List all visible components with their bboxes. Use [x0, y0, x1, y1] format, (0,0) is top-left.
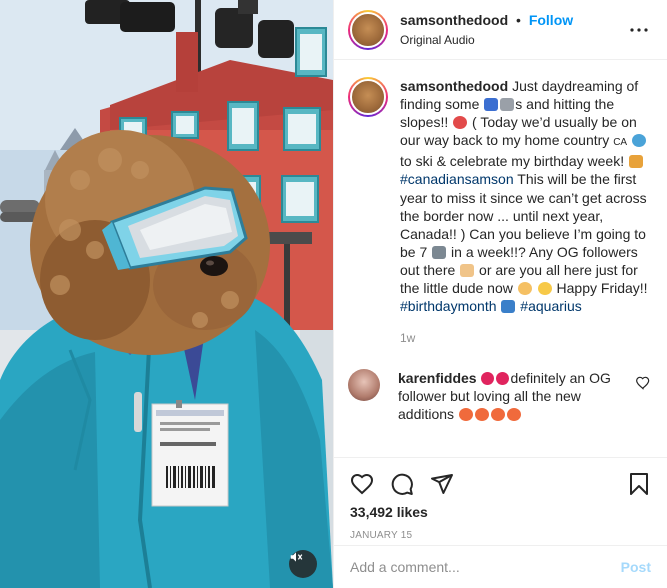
avatar[interactable] [350, 79, 386, 115]
face-emoji-icon [453, 116, 468, 130]
heart-eyes-emoji-icon [490, 408, 505, 422]
like-comment-heart-icon[interactable] [635, 375, 651, 391]
heart-eyes-emoji-icon [474, 408, 489, 422]
caption: samsonthedood Just daydreaming of finding… [348, 77, 651, 347]
bookmark-icon[interactable] [627, 472, 651, 496]
post-header: samsonthedood • Follow Original Audio [334, 0, 667, 60]
likes-count[interactable]: 33,492 likes [334, 502, 667, 520]
caption-segment: Happy Friday!! [552, 280, 648, 297]
country-code: CA [613, 137, 628, 149]
comment-text: karenfiddes definitely an OG follower bu… [398, 369, 635, 423]
dog-in-ski-gear-illustration [0, 0, 333, 588]
baby-emoji-icon [517, 282, 532, 296]
mute-button[interactable] [289, 550, 317, 578]
heart-eyes-emoji-icon [458, 408, 473, 422]
commenter-avatar[interactable] [348, 369, 380, 402]
caption-segment: to ski & celebrate my birthday week! [400, 153, 628, 170]
caption-avatar-ring[interactable] [348, 77, 388, 117]
follow-button[interactable]: Follow [529, 12, 573, 28]
separator-dot: • [516, 11, 521, 28]
comment-icon[interactable] [390, 472, 414, 496]
post-date[interactable]: JANUARY 15 [334, 520, 667, 541]
add-comment-bar: Post [334, 545, 667, 588]
instagram-post: samsonthedood • Follow Original Audio sa… [0, 0, 667, 588]
post-video[interactable] [0, 0, 333, 588]
share-icon[interactable] [430, 472, 454, 496]
avatar[interactable] [350, 11, 386, 48]
caption-text: samsonthedood Just daydreaming of finding… [400, 77, 651, 347]
hashtag-aquarius[interactable]: #aquarius [520, 298, 582, 314]
more-options-button[interactable] [627, 18, 651, 42]
profile-avatar-ring[interactable] [348, 9, 388, 50]
hashtag-birthdaymonth[interactable]: #birthdaymonth [400, 298, 497, 314]
calendar-emoji-icon [432, 245, 447, 259]
snowflake-emoji-icon [632, 134, 646, 148]
header-username[interactable]: samsonthedood [400, 12, 508, 28]
post-comment-button[interactable]: Post [621, 559, 651, 575]
comment-input[interactable] [350, 559, 621, 575]
comments-list[interactable]: samsonthedood Just daydreaming of finding… [334, 61, 667, 458]
post-side-panel: samsonthedood • Follow Original Audio sa… [333, 0, 667, 588]
red-heart-emoji-icon [481, 372, 495, 386]
skis-emoji-icon [500, 98, 515, 112]
caption-time-ago[interactable]: 1w [400, 329, 651, 347]
heart-eyes-emoji-icon [506, 408, 521, 422]
hashtag-canadiansamson[interactable]: #canadiansamson [400, 171, 514, 187]
original-audio-link[interactable]: Original Audio [400, 31, 627, 49]
header-text: samsonthedood • Follow Original Audio [400, 11, 627, 49]
more-horizontal-icon [630, 27, 648, 32]
speaker-muted-icon [290, 552, 303, 562]
red-heart-emoji-icon [496, 372, 510, 386]
ski-boot-emoji-icon [484, 98, 499, 112]
comment-username[interactable]: karenfiddes [398, 370, 477, 386]
party-popper-emoji-icon [629, 155, 643, 169]
action-bar [334, 458, 667, 502]
caption-username[interactable]: samsonthedood [400, 78, 508, 94]
waving-hand-emoji-icon [460, 263, 475, 277]
comment-item: karenfiddes definitely an OG follower bu… [348, 369, 651, 423]
heart-icon[interactable] [350, 472, 374, 496]
aquarius-emoji-icon [501, 300, 516, 314]
laughing-face-emoji-icon [537, 282, 552, 296]
post-actions: 33,492 likes JANUARY 15 Post [334, 457, 667, 588]
